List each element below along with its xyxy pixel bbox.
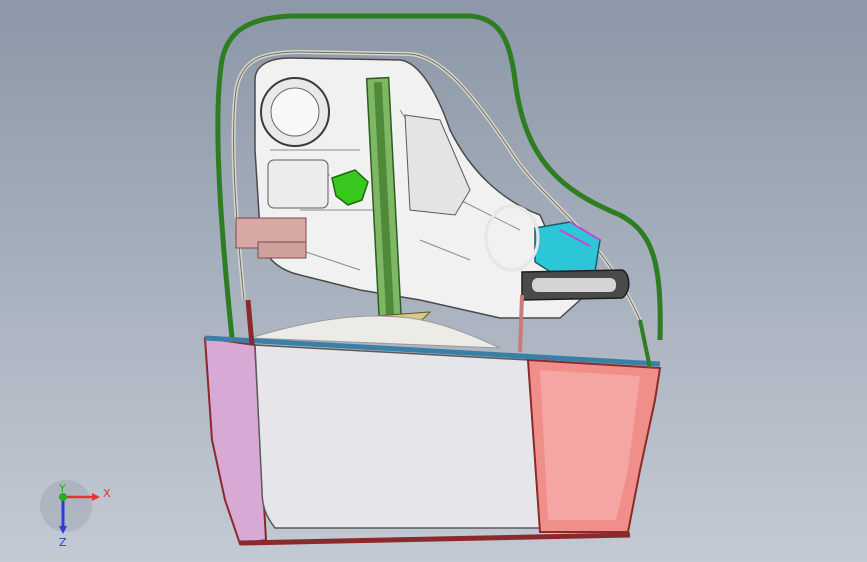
- speaker-opening-inner: [270, 87, 320, 137]
- lower-door-glass[interactable]: [254, 344, 541, 529]
- 3d-viewport[interactable]: X Y Z: [0, 0, 867, 562]
- inner-door-handle-grip: [532, 278, 616, 292]
- hinge-bracket-block: [257, 241, 307, 259]
- inner-panel-pocket: [267, 159, 329, 209]
- latch-rod: [518, 294, 524, 353]
- door-assembly-model[interactable]: [0, 0, 867, 562]
